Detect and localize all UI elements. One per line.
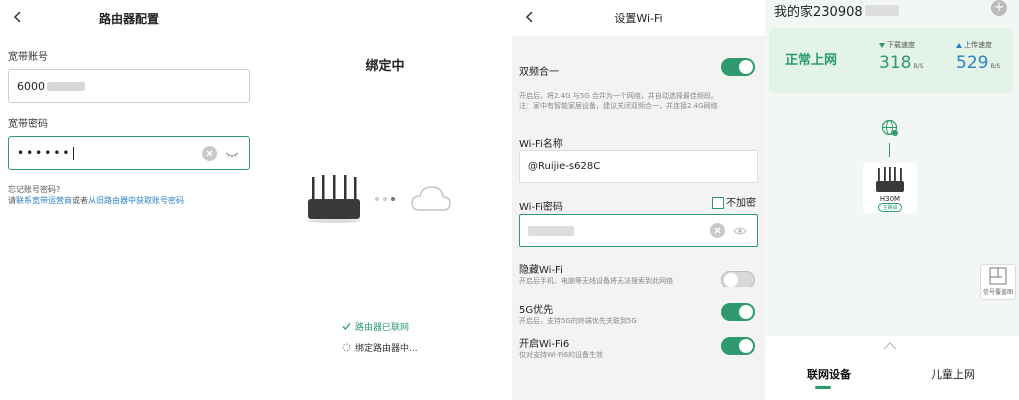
hide-wifi-row: 隐藏Wi-Fi 开启后手机、电脑等无线设备将无法搜索到此网络 — [512, 247, 765, 289]
dual-band-toggle[interactable] — [721, 58, 755, 76]
header: 设置Wi-Fi — [512, 0, 765, 36]
upload-arrow-icon — [956, 42, 962, 48]
loading-icon — [342, 343, 351, 352]
dot — [391, 197, 395, 201]
no-encrypt-option[interactable]: 不加密 — [712, 194, 756, 209]
add-button[interactable]: + — [991, 0, 1007, 16]
password-input[interactable]: •••••• — [8, 136, 250, 170]
dual-band-label: 双频合一 — [519, 67, 559, 78]
connection-dots — [375, 197, 395, 201]
upload-label: 上传速度 — [964, 41, 992, 49]
wifi6-row: 开启Wi-Fi6 仅对支持Wi-Fi6的设备生效 — [512, 326, 765, 362]
step1-text: 路由器已联网 — [355, 323, 410, 333]
download-value-row: 318 B/S — [879, 53, 923, 73]
clear-icon[interactable] — [202, 146, 217, 161]
eye-closed-icon[interactable] — [225, 148, 239, 160]
floorplan-icon — [989, 267, 1007, 285]
step-router-online: 路由器已联网 — [342, 320, 409, 333]
contact-isp-link[interactable]: 联系宽带运营商 — [16, 196, 72, 205]
no-encrypt-label: 不加密 — [726, 198, 756, 209]
forgot-prefix: 请 — [8, 196, 16, 205]
network-status: 正常上网 — [785, 53, 838, 68]
g5-priority-row: 5G优先 开启后，支持5G的终端优先关联到5G — [512, 287, 765, 326]
hide-wifi-desc: 开启后手机、电脑等无线设备将无法搜索到此网络 — [519, 277, 673, 285]
forgot-or: 或者 — [72, 196, 88, 205]
check-icon — [342, 323, 351, 330]
download-arrow-icon — [879, 42, 885, 48]
wifi6-toggle[interactable] — [721, 337, 755, 355]
dual-band-desc-1: 开启后，将2.4G 与5G 合并为一个网络，并自动选择最佳频段。 — [519, 92, 718, 100]
wifi-settings-screen: 设置Wi-Fi 双频合一 开启后，将2.4G 与5G 合并为一个网络，并自动选择… — [512, 0, 765, 400]
router-model: H30M — [879, 195, 901, 203]
router-config-screen: 路由器配置 宽带账号 6000 宽带密码 •••••• 忘记账号密码? 请联系宽… — [0, 0, 258, 400]
no-encrypt-checkbox[interactable] — [712, 197, 724, 209]
tab-connected-devices[interactable]: 联网设备 — [807, 366, 851, 382]
wifi-password-label: Wi-Fi密码 — [519, 202, 563, 213]
upload-label-row: 上传速度 — [956, 40, 1000, 50]
password-mask: •••••• — [17, 146, 72, 160]
download-speed: 下载速度 318 B/S — [879, 40, 923, 73]
bottom-sheet: 联网设备 儿童上网 — [765, 336, 1019, 400]
dual-band-row: 双频合一 — [512, 36, 765, 86]
dual-band-desc-2: 注：家中有智能家居设备，建议关闭双频合一，并连接2.4G网络 — [519, 102, 718, 110]
header: 路由器配置 — [0, 0, 258, 36]
home-name: 我的家230908 — [774, 5, 863, 20]
forgot-question: 忘记账号密码? — [8, 185, 61, 194]
upload-speed: 上传速度 529 B/S — [956, 40, 1000, 73]
download-label-row: 下载速度 — [879, 40, 923, 50]
account-redacted — [47, 81, 85, 91]
cloud-icon — [411, 186, 451, 211]
password-label: 宽带密码 — [8, 119, 48, 130]
binding-title: 绑定中 — [365, 59, 405, 74]
wifi-password-label-row: Wi-Fi密码 不加密 — [512, 183, 765, 213]
globe-icon — [881, 119, 898, 136]
wifi-name-value: @Ruijie-s628C — [528, 161, 601, 172]
home-dashboard-screen: 我的家230908 + 正常上网 下载速度 318 B/S 上传速度 529 B/S — [765, 0, 1019, 400]
chevron-up-icon[interactable] — [883, 342, 897, 350]
page-title: 路由器配置 — [98, 11, 159, 26]
clear-icon[interactable] — [710, 223, 725, 238]
binding-screen: 绑定中 路由器已联网 绑定路由器中... — [258, 0, 512, 400]
connection-line — [889, 143, 890, 157]
forgot-help: 请联系宽带运营商或者从旧路由器中获取账号密码 — [8, 195, 250, 206]
step-binding: 绑定路由器中... — [342, 341, 418, 354]
account-input[interactable]: 6000 — [8, 69, 250, 103]
password-redacted — [528, 225, 574, 236]
network-status-card: 正常上网 下载速度 318 B/S 上传速度 529 B/S — [769, 28, 1013, 93]
g5-priority-toggle[interactable] — [721, 303, 755, 321]
account-label: 宽带账号 — [8, 52, 48, 63]
tab-kids-internet[interactable]: 儿童上网 — [931, 366, 975, 382]
upload-value: 529 — [956, 53, 989, 73]
wifi-password-input[interactable] — [519, 214, 758, 247]
text-caret — [73, 146, 75, 160]
dual-band-desc: 开启后，将2.4G 与5G 合并为一个网络，并自动选择最佳频段。 注：家中有智能… — [512, 86, 765, 126]
router-icon — [876, 167, 904, 192]
home-title[interactable]: 我的家230908 — [774, 1, 899, 20]
home-name-redacted — [864, 5, 899, 16]
router-node[interactable]: H30M 主路由 — [863, 163, 917, 213]
back-arrow-icon[interactable] — [10, 9, 26, 25]
back-arrow-icon[interactable] — [522, 9, 538, 25]
coverage-label: 信号覆盖图 — [982, 289, 1013, 296]
download-value: 318 — [879, 53, 912, 73]
wifi-name-label-row: Wi-Fi名称 — [512, 126, 765, 150]
download-unit: B/S — [913, 63, 924, 70]
active-tab-indicator — [815, 386, 831, 389]
page-title: 设置Wi-Fi — [614, 12, 663, 25]
wifi-name-label: Wi-Fi名称 — [519, 139, 563, 150]
coverage-map-button[interactable]: 信号覆盖图 — [980, 264, 1016, 300]
dot — [375, 197, 379, 201]
step2-text: 绑定路由器中... — [355, 344, 418, 354]
eye-icon[interactable] — [733, 225, 747, 237]
router-icon — [308, 175, 360, 223]
old-router-link[interactable]: 从旧路由器中获取账号密码 — [88, 196, 184, 205]
upload-value-row: 529 B/S — [956, 53, 1000, 73]
upload-unit: B/S — [990, 63, 1001, 70]
dot — [383, 197, 387, 201]
wifi-name-input[interactable]: @Ruijie-s628C — [519, 150, 758, 183]
account-value: 6000 — [17, 79, 45, 93]
download-label: 下载速度 — [887, 41, 915, 49]
router-role-badge: 主路由 — [878, 203, 902, 212]
